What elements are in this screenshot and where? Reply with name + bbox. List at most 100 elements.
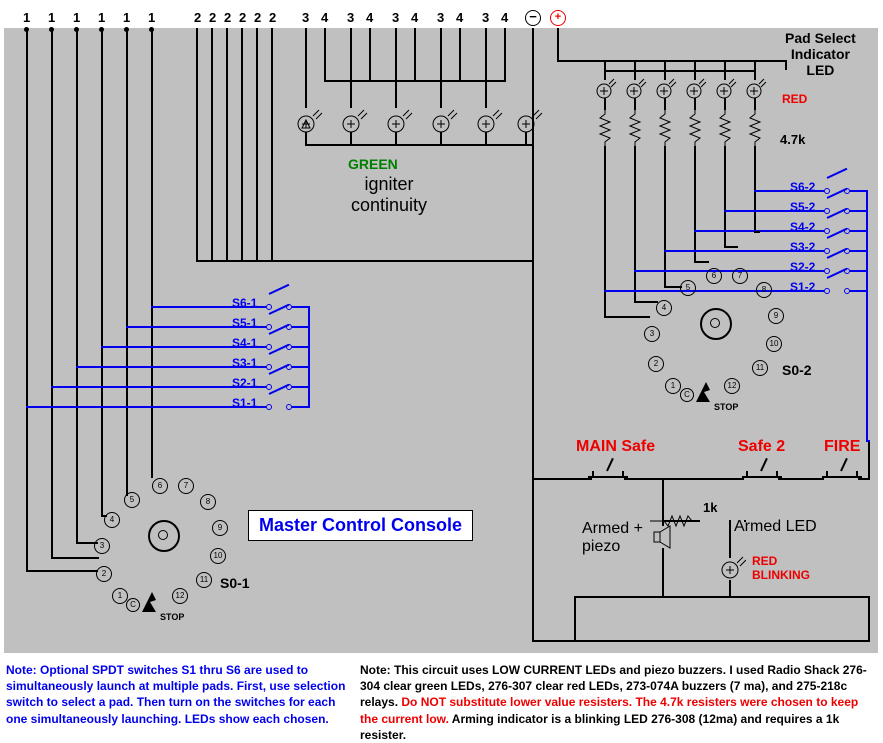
wire: [51, 28, 53, 557]
wire: [664, 250, 824, 252]
wire: [557, 60, 787, 62]
led-green-icon: [476, 108, 504, 134]
wire: [664, 146, 666, 286]
resistor-icon: [628, 108, 642, 146]
io-4: 4: [321, 10, 328, 25]
wire: [624, 478, 744, 480]
pin-12: 12: [172, 588, 188, 604]
wire: [151, 306, 266, 308]
wire: [76, 366, 266, 368]
r1k: 1k: [703, 500, 717, 515]
led-green-icon: [386, 108, 414, 134]
wire: [724, 62, 726, 80]
wire: [662, 520, 700, 522]
resistor-label: 4.7k: [780, 132, 805, 147]
wire: [308, 306, 310, 408]
io-1: 1: [148, 10, 155, 25]
wire: [694, 98, 696, 110]
wire-plus: [557, 28, 559, 60]
io-3: 3: [347, 10, 354, 25]
wire: [604, 70, 756, 72]
wire: [440, 28, 442, 108]
toggle-switch-icon: [742, 456, 782, 478]
pin-9: 9: [768, 308, 784, 324]
armed-piezo: Armed + piezo: [582, 520, 643, 556]
io-3: 3: [437, 10, 444, 25]
io-2: 2: [269, 10, 276, 25]
rotary-label: S0-2: [782, 362, 812, 378]
wire: [778, 478, 824, 480]
wire: [604, 290, 824, 292]
pin-3: 3: [644, 326, 660, 342]
wire: [868, 596, 870, 642]
rotary-label: S0-1: [220, 575, 250, 591]
wire: [754, 146, 756, 231]
pin-9: 9: [212, 520, 228, 536]
io-3: 3: [482, 10, 489, 25]
wire: [196, 28, 198, 260]
wire: [51, 386, 266, 388]
led-green-icon: [431, 108, 459, 134]
resistor-icon: [688, 108, 702, 146]
pin-11: 11: [752, 360, 768, 376]
circuit-diagram: { "title": "Master Control Console", "to…: [0, 0, 883, 731]
stop-label: STOP: [714, 402, 738, 412]
wire: [211, 28, 213, 260]
wire: [664, 98, 666, 110]
io-4: 4: [501, 10, 508, 25]
wire: [395, 28, 397, 108]
wire: [126, 326, 266, 328]
wire: [634, 98, 636, 110]
terminal-plus: +: [550, 10, 566, 26]
io-1: 1: [123, 10, 130, 25]
wire: [76, 28, 78, 542]
wire: [868, 440, 870, 480]
fire: FIRE: [824, 438, 860, 456]
led-red-icon: [745, 78, 767, 100]
wire: [395, 132, 397, 144]
terminal-minus: −: [525, 10, 541, 26]
wire: [101, 346, 266, 348]
pin-8: 8: [200, 494, 216, 510]
wire: [754, 190, 824, 192]
io-2: 2: [254, 10, 261, 25]
wire: [256, 28, 258, 260]
wire: [26, 570, 98, 572]
pin-10: 10: [210, 548, 226, 564]
pin-12: 12: [724, 378, 740, 394]
pin-6: 6: [152, 478, 168, 494]
main-safe: MAIN Safe: [576, 438, 655, 456]
led-red-icon: [595, 78, 617, 100]
io-1: 1: [23, 10, 30, 25]
wire: [664, 286, 682, 288]
io-2: 2: [224, 10, 231, 25]
wire: [532, 478, 592, 480]
wire: [26, 28, 28, 570]
pin-11: 11: [196, 572, 212, 588]
wire: [101, 28, 103, 515]
wire: [51, 557, 99, 559]
wire: [754, 98, 756, 110]
wire: [754, 62, 756, 80]
resistor-icon: [598, 108, 612, 146]
wire: [634, 146, 636, 301]
led-red-icon: [655, 78, 677, 100]
title-text: Master Control Console: [259, 515, 462, 535]
io-3: 3: [392, 10, 399, 25]
wire: [271, 28, 273, 260]
red-blinking: RED BLINKING: [752, 554, 810, 582]
wire: [26, 406, 266, 408]
wire: [729, 580, 731, 598]
wire: [485, 132, 487, 144]
wire: [574, 596, 870, 598]
wire: [604, 62, 606, 80]
wire: [525, 132, 527, 144]
io-1: 1: [98, 10, 105, 25]
wire: [604, 316, 650, 318]
red-label: RED: [782, 92, 807, 106]
wire: [754, 231, 760, 233]
pin-5: 5: [680, 280, 696, 296]
io-2: 2: [194, 10, 201, 25]
pin-10: 10: [766, 336, 782, 352]
io-1: 1: [48, 10, 55, 25]
